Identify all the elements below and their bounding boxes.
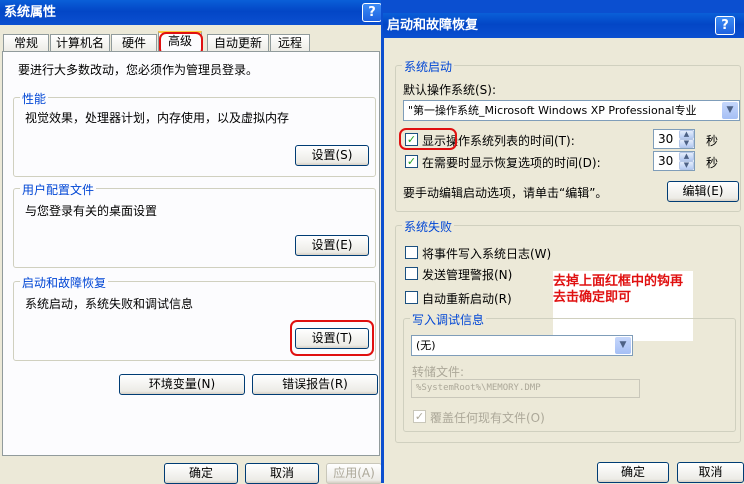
right-window-title: 启动和故障恢复 [387, 18, 479, 33]
overwrite-label: 覆盖任何现有文件(O) [430, 411, 545, 425]
annotation-text: 去掉上面红框中的钩再去击确定即可 [553, 274, 684, 305]
user-profiles-settings-button[interactable]: 设置(E) [295, 235, 369, 256]
left-title-bar: 系统属性 [0, 0, 381, 25]
dump-file-label: 转储文件: [412, 365, 465, 379]
right-title-bar: 启动和故障恢复 [383, 13, 744, 38]
debug-info-select[interactable]: (无) ▼ [411, 335, 633, 356]
tab-auto-update[interactable]: 自动更新 [207, 34, 269, 52]
performance-group: 性能 视觉效果，处理器计划，内存使用，以及虚拟内存 设置(S) [13, 90, 376, 177]
overwrite-checkbox[interactable]: ✓ [413, 410, 426, 423]
system-failure-group: 系统失败 将事件写入系统日志(W) 发送管理警报(N) 自动重新启动(R) 去掉… [395, 218, 741, 443]
tab-hardware[interactable]: 硬件 [111, 34, 157, 52]
send-alert-checkbox[interactable] [405, 267, 418, 280]
right-help-button[interactable]: ? [715, 16, 735, 35]
user-profiles-title: 用户配置文件 [20, 181, 97, 198]
environment-variables-button[interactable]: 环境变量(N) [119, 374, 245, 395]
auto-restart-label: 自动重新启动(R) [422, 292, 512, 306]
spin-down-icon[interactable]: ▼ [679, 139, 694, 148]
right-window-body: 系统启动 默认操作系统(S): "第一操作系统_Microsoft Window… [384, 38, 744, 483]
dump-file-input[interactable]: %SystemRoot%\MEMORY.DMP [411, 379, 640, 398]
chevron-down-icon[interactable]: ▼ [722, 102, 738, 119]
tab-computer-name[interactable]: 计算机名 [50, 34, 110, 52]
performance-desc: 视觉效果，处理器计划，内存使用，以及虚拟内存 [25, 111, 290, 125]
write-event-checkbox[interactable] [405, 246, 418, 259]
settings-button-highlight [290, 320, 374, 356]
left-help-button[interactable]: ? [362, 3, 382, 22]
edit-hint: 要手动编辑启动选项，请单击“编辑”。 [403, 186, 608, 200]
user-profiles-group: 用户配置文件 与您登录有关的桌面设置 设置(E) [13, 181, 376, 268]
tab-general[interactable]: 常规 [3, 34, 49, 52]
debug-info-title: 写入调试信息 [410, 311, 487, 328]
show-recovery-label: 在需要时显示恢复选项的时间(D): [422, 156, 601, 170]
right-ok-button[interactable]: 确定 [597, 462, 669, 483]
startup-recovery-title: 启动和故障恢复 [20, 274, 109, 291]
left-cancel-button[interactable]: 取消 [245, 463, 319, 484]
startup-recovery-desc: 系统启动，系统失败和调试信息 [25, 297, 194, 311]
send-alert-label: 发送管理警报(N) [422, 268, 513, 282]
left-window-title: 系统属性 [4, 5, 57, 20]
spin-up-icon[interactable]: ▲ [679, 152, 694, 161]
startup-recovery-group: 启动和故障恢复 系统启动，系统失败和调试信息 设置(T) [13, 274, 376, 361]
system-startup-group: 系统启动 默认操作系统(S): "第一操作系统_Microsoft Window… [395, 58, 741, 212]
default-os-select[interactable]: "第一操作系统_Microsoft Windows XP Professiona… [403, 100, 740, 121]
system-failure-title: 系统失败 [402, 218, 455, 235]
advanced-tab-panel: 要进行大多数改动，您必须作为管理员登录。 性能 视觉效果，处理器计划，内存使用，… [2, 51, 380, 456]
left-ok-button[interactable]: 确定 [164, 463, 238, 484]
error-reporting-button[interactable]: 错误报告(R) [252, 374, 378, 395]
edit-button[interactable]: 编辑(E) [667, 181, 739, 202]
auto-restart-checkbox[interactable] [405, 291, 418, 304]
seconds-label-2: 秒 [706, 156, 719, 170]
seconds-label-1: 秒 [706, 134, 719, 148]
default-os-value: "第一操作系统_Microsoft Windows XP Professiona… [408, 104, 697, 117]
performance-title: 性能 [20, 90, 49, 107]
show-recovery-checkbox[interactable]: ✓ [405, 155, 418, 168]
debug-info-group: 写入调试信息 (无) ▼ 转储文件: %SystemRoot%\MEMORY.D… [403, 311, 736, 432]
write-event-label: 将事件写入系统日志(W) [422, 247, 552, 261]
debug-info-value: (无) [416, 339, 436, 352]
admin-notice: 要进行大多数改动，您必须作为管理员登录。 [18, 63, 259, 77]
default-os-label: 默认操作系统(S): [403, 83, 497, 97]
chevron-down-icon[interactable]: ▼ [615, 337, 631, 354]
system-startup-title: 系统启动 [402, 58, 455, 75]
tab-remote[interactable]: 远程 [270, 34, 310, 52]
spin-up-icon[interactable]: ▲ [679, 130, 694, 139]
left-apply-button[interactable]: 应用(A) [326, 463, 382, 484]
checkbox-highlight [399, 128, 457, 150]
spin-down-icon[interactable]: ▼ [679, 161, 694, 170]
performance-settings-button[interactable]: 设置(S) [295, 145, 369, 166]
user-profiles-desc: 与您登录有关的桌面设置 [25, 204, 158, 218]
right-cancel-button[interactable]: 取消 [677, 462, 744, 483]
